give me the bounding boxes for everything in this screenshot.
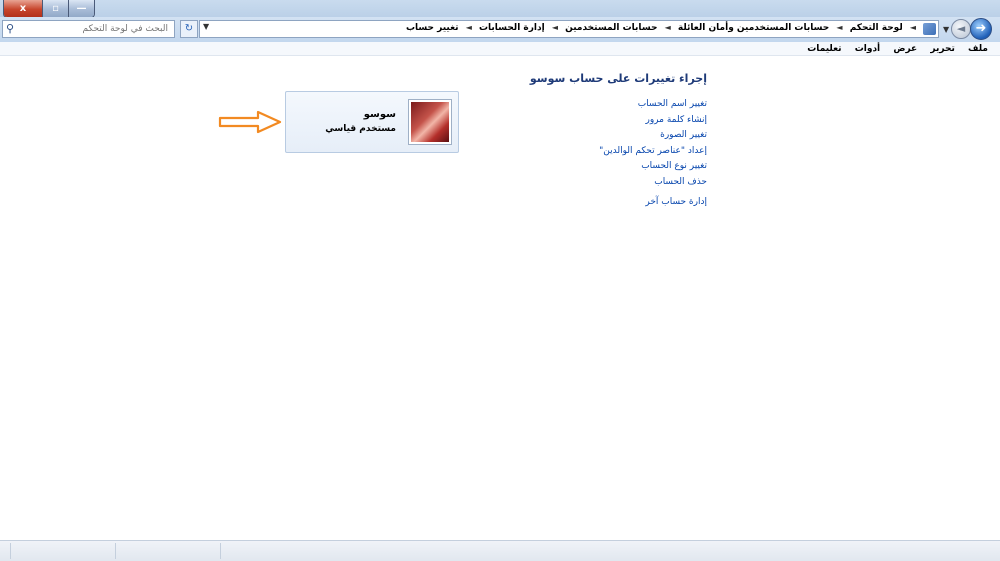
caption-buttons: x ▫ — <box>3 0 95 18</box>
account-name: سوسو <box>363 109 396 120</box>
maximize-button[interactable]: ▫ <box>42 0 68 17</box>
delete-account-link[interactable]: حذف الحساب <box>599 175 707 191</box>
control-panel-icon <box>923 23 936 35</box>
status-pane <box>10 543 11 559</box>
address-bar[interactable]: ▼ ◄ لوحة التحكم ◄ حسابات المستخدمين وأما… <box>199 20 939 38</box>
breadcrumb-item[interactable]: حسابات المستخدمين وأمان العائلة <box>678 23 829 33</box>
task-list: تغيير اسم الحساب إنشاء كلمة مرور تغيير ا… <box>599 97 707 211</box>
refresh-icon: ↻ <box>184 23 194 34</box>
breadcrumb-item[interactable]: لوحة التحكم <box>850 23 903 33</box>
menu-tools[interactable]: أدوات <box>855 42 880 56</box>
arrow-pointer-icon <box>218 110 282 134</box>
chevron-icon[interactable]: ◄ <box>910 23 916 32</box>
chevron-icon[interactable]: ◄ <box>836 23 842 32</box>
account-type: مستخدم قياسي <box>325 124 396 134</box>
parental-controls-link[interactable]: إعداد "عناصر تحكم الوالدين" <box>599 144 707 160</box>
search-icon[interactable]: ⚲ <box>6 22 14 35</box>
menu-help[interactable]: تعليمات <box>807 42 841 56</box>
create-password-link[interactable]: إنشاء كلمة مرور <box>599 113 707 129</box>
change-account-type-link[interactable]: تغيير نوع الحساب <box>599 159 707 175</box>
maximize-icon: ▫ <box>52 3 59 14</box>
status-bar <box>0 540 1000 561</box>
avatar[interactable] <box>409 100 451 144</box>
nav-buttons: ▼ ◄ ➜ <box>941 17 1000 42</box>
change-picture-link[interactable]: تغيير الصورة <box>599 128 707 144</box>
minimize-icon: — <box>76 3 87 14</box>
menu-edit[interactable]: تحرير <box>930 42 954 56</box>
account-card: سوسو مستخدم قياسي <box>285 91 459 153</box>
menu-view[interactable]: عرض <box>893 42 917 56</box>
chevron-icon[interactable]: ◄ <box>466 23 472 32</box>
navigation-bar: ⚲ ↻ ▼ ◄ لوحة التحكم ◄ حسابات المستخدمين … <box>0 17 1000 42</box>
forward-button[interactable]: ◄ <box>951 19 971 39</box>
close-button[interactable]: x <box>4 0 42 17</box>
menu-bar: ملف تحرير عرض أدوات تعليمات <box>0 42 1000 56</box>
search-input[interactable] <box>16 23 170 35</box>
breadcrumb: ◄ لوحة التحكم ◄ حسابات المستخدمين وأمان … <box>406 23 920 33</box>
chevron-icon[interactable]: ◄ <box>552 23 558 32</box>
close-icon: x <box>19 3 27 14</box>
status-pane <box>115 543 116 559</box>
breadcrumb-item[interactable]: إدارة الحسابات <box>479 23 545 33</box>
chevron-icon[interactable]: ◄ <box>665 23 671 32</box>
page-title: إجراء تغييرات على حساب سوسو <box>529 72 707 85</box>
manage-another-account-link[interactable]: إدارة حساب آخر <box>599 195 707 211</box>
status-pane <box>220 543 221 559</box>
menu-file[interactable]: ملف <box>968 42 988 56</box>
chevron-down-icon[interactable]: ▼ <box>203 22 209 31</box>
history-dropdown-icon[interactable]: ▼ <box>943 25 949 34</box>
change-name-link[interactable]: تغيير اسم الحساب <box>599 97 707 113</box>
search-box[interactable]: ⚲ <box>2 20 175 38</box>
back-button[interactable]: ➜ <box>970 18 992 40</box>
forward-icon: ◄ <box>956 22 966 35</box>
breadcrumb-item[interactable]: حسابات المستخدمين <box>565 23 657 33</box>
back-icon: ➜ <box>975 21 987 36</box>
breadcrumb-item[interactable]: تغيير حساب <box>406 23 459 33</box>
refresh-button[interactable]: ↻ <box>180 20 198 38</box>
minimize-button[interactable]: — <box>68 0 94 17</box>
